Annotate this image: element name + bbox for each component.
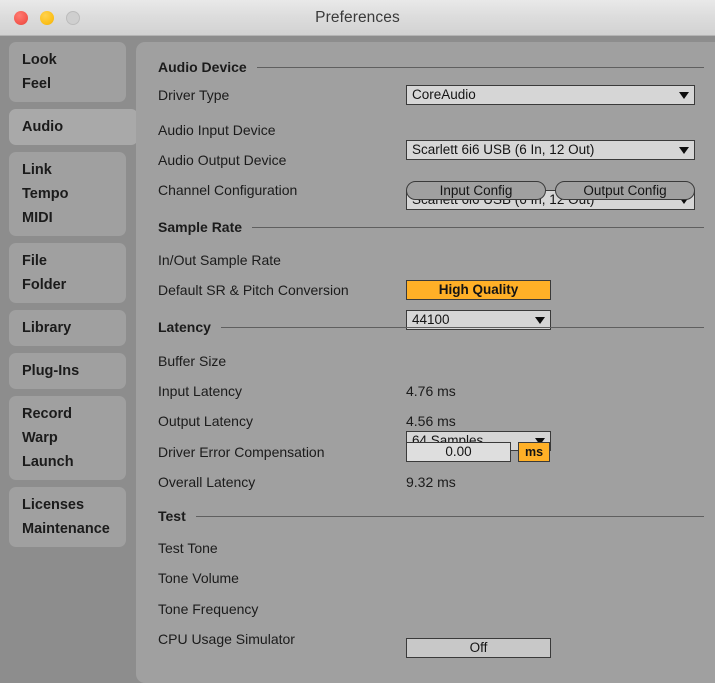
label-tone-volume: Tone Volume [158, 570, 239, 586]
label-audio-input-device: Audio Input Device [158, 122, 276, 138]
sidebar-group-1: Look Feel [9, 42, 126, 102]
section-header-latency: Latency [158, 318, 704, 336]
sidebar-item-warp[interactable]: Warp [9, 426, 126, 450]
label-test-tone: Test Tone [158, 540, 218, 556]
input-config-button[interactable]: Input Config [406, 181, 546, 200]
output-latency-value: 4.56 ms [406, 413, 456, 429]
label-driver-type: Driver Type [158, 87, 230, 103]
section-rule [195, 515, 704, 517]
label-buffer-size: Buffer Size [158, 353, 227, 369]
test-tone-toggle[interactable]: Off [406, 638, 551, 658]
chevron-down-icon [679, 92, 689, 99]
sidebar-item-link[interactable]: Link [9, 158, 126, 182]
driver-error-compensation-input[interactable]: 0.00 [406, 442, 511, 462]
title-bar: Preferences [0, 0, 715, 36]
section-rule [252, 226, 704, 228]
label-overall-latency: Overall Latency [158, 474, 256, 490]
sidebar-item-tempo[interactable]: Tempo [9, 182, 126, 206]
label-input-latency: Input Latency [158, 383, 243, 399]
section-header-sample-rate: Sample Rate [158, 218, 704, 236]
sidebar-group-7: Record Warp Launch [9, 396, 126, 480]
sidebar-item-audio[interactable]: Audio [9, 115, 138, 139]
window-title: Preferences [315, 9, 400, 26]
driver-type-dropdown[interactable]: CoreAudio [406, 85, 695, 105]
sidebar: Look Feel Audio Link Tempo MIDI File Folder Libr… [0, 36, 138, 683]
sidebar-item-file[interactable]: File [9, 249, 126, 273]
chevron-down-icon [679, 147, 689, 154]
label-tone-frequency: Tone Frequency [158, 601, 259, 617]
driver-type-value: CoreAudio [412, 87, 476, 102]
sidebar-item-look[interactable]: Look [9, 48, 126, 72]
sidebar-item-plug-ins[interactable]: Plug-Ins [9, 359, 126, 383]
input-latency-value: 4.76 ms [406, 383, 456, 399]
driver-error-compensation-unit-badge[interactable]: ms [518, 442, 550, 462]
sidebar-group-6: Plug-Ins [9, 353, 126, 389]
default-sr-pitch-conversion-toggle[interactable]: High Quality [406, 280, 551, 300]
label-in-out-sample-rate: In/Out Sample Rate [158, 252, 281, 268]
sidebar-group-5: Library [9, 310, 126, 346]
preferences-content-panel: Audio Device Driver Type CoreAudio Audio… [136, 42, 715, 683]
output-config-button[interactable]: Output Config [555, 181, 695, 200]
sidebar-item-maintenance[interactable]: Maintenance [9, 517, 126, 541]
section-header-audio-device: Audio Device [158, 58, 704, 76]
sidebar-item-midi[interactable]: MIDI [9, 206, 126, 230]
sidebar-group-3: Link Tempo MIDI [9, 152, 126, 236]
label-audio-output-device: Audio Output Device [158, 152, 287, 168]
sidebar-item-feel[interactable]: Feel [9, 72, 126, 96]
test-tone-value: Off [469, 640, 488, 655]
section-header-test: Test [158, 507, 704, 525]
label-channel-configuration: Channel Configuration [158, 182, 298, 198]
section-title: Test [158, 508, 186, 524]
section-rule [220, 326, 704, 328]
sidebar-group-8: Licenses Maintenance [9, 487, 126, 547]
audio-input-device-dropdown[interactable]: Scarlett 6i6 USB (6 In, 12 Out) [406, 140, 695, 160]
sidebar-group-2: Audio [9, 109, 138, 145]
sidebar-item-library[interactable]: Library [9, 316, 126, 340]
section-rule [256, 66, 704, 68]
section-title: Sample Rate [158, 219, 243, 235]
section-title: Latency [158, 319, 211, 335]
overall-latency-value: 9.32 ms [406, 474, 456, 490]
section-title: Audio Device [158, 59, 247, 75]
sidebar-item-launch[interactable]: Launch [9, 450, 126, 474]
sidebar-item-record[interactable]: Record [9, 402, 126, 426]
sidebar-item-folder[interactable]: Folder [9, 273, 126, 297]
label-driver-error-compensation: Driver Error Compensation [158, 444, 325, 460]
label-default-sr-pitch-conversion: Default SR & Pitch Conversion [158, 282, 349, 298]
audio-input-device-value: Scarlett 6i6 USB (6 In, 12 Out) [412, 142, 595, 157]
preferences-window: Preferences Look Feel Audio Link Tempo MIDI Fi… [0, 0, 715, 683]
label-cpu-usage-simulator: CPU Usage Simulator [158, 631, 295, 647]
label-output-latency: Output Latency [158, 413, 253, 429]
sidebar-group-4: File Folder [9, 243, 126, 303]
sidebar-item-licenses[interactable]: Licenses [9, 493, 126, 517]
